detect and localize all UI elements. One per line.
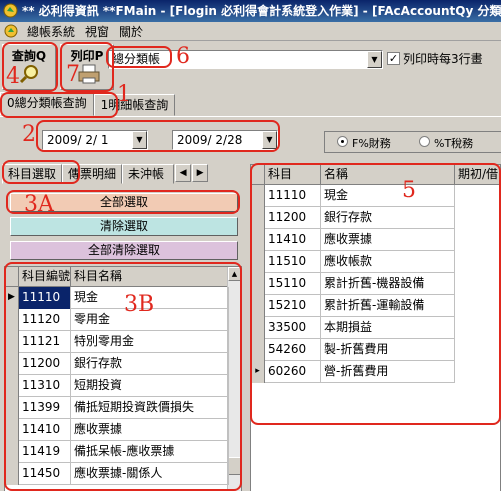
menu-item-window[interactable]: 視窗 <box>80 23 114 40</box>
annotation-box-tabs <box>0 92 118 118</box>
annotation-2: 2 <box>22 122 36 147</box>
tax-mode-radio-group: F%財務 %T稅務 <box>324 131 501 153</box>
tab-scroll-left-icon[interactable]: ◀ <box>175 164 192 182</box>
app-icon <box>3 3 18 18</box>
annotation-box-selected-accounts <box>250 163 501 425</box>
annotation-4: 4 <box>6 64 20 89</box>
annotation-1: 1 <box>117 82 131 107</box>
chevron-down-icon[interactable]: ▼ <box>367 51 382 68</box>
print-every-3-label: 列印時每3行畫 <box>403 52 483 66</box>
radio-tax-label: %T稅務 <box>434 137 474 150</box>
annotation-3a: 3A <box>24 192 54 217</box>
annotation-5: 5 <box>402 178 416 203</box>
radio-finance-label: F%財務 <box>352 137 391 150</box>
annotation-box-subtab <box>2 160 80 184</box>
clear-all-button[interactable]: 全部清除選取 <box>10 241 238 260</box>
tab-uncleared[interactable]: 未沖帳 <box>122 164 175 184</box>
annotation-box-account-list <box>4 262 242 491</box>
annotation-3b: 3B <box>124 292 155 317</box>
menu-item-ledger[interactable]: 總帳系統 <box>22 23 80 40</box>
clear-select-button[interactable]: 清除選取 <box>10 217 238 236</box>
annotation-box-report-type <box>106 46 172 68</box>
annotation-6: 6 <box>176 44 190 69</box>
menu-bar: 總帳系統 視窗 關於 <box>0 22 501 41</box>
window-title-bar[interactable]: ** 必利得資訊 **FMain - [Flogin 必利得會計系統登入作業] … <box>0 0 501 22</box>
tab-scroll-right-icon[interactable]: ▶ <box>192 164 209 182</box>
annotation-box-dates <box>36 120 280 152</box>
annotation-7: 7 <box>66 62 80 87</box>
print-every-3-checkbox[interactable]: ✓ <box>387 52 400 65</box>
menu-app-icon[interactable] <box>4 24 18 38</box>
menu-item-about[interactable]: 關於 <box>114 23 148 40</box>
radio-finance[interactable] <box>337 136 348 147</box>
window-title: ** 必利得資訊 **FMain - [Flogin 必利得會計系統登入作業] … <box>22 4 501 18</box>
radio-tax[interactable] <box>419 136 430 147</box>
